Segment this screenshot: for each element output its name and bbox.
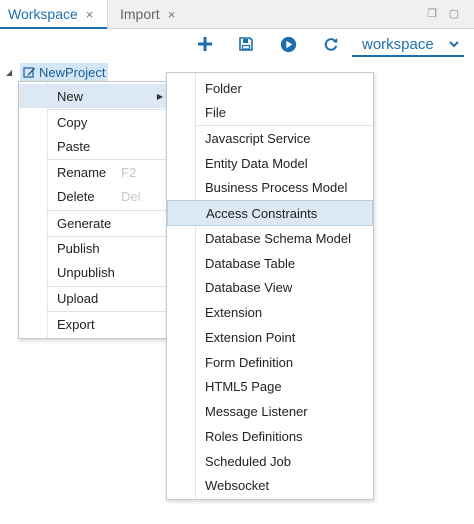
maximize-icon[interactable]: ▢	[446, 6, 462, 22]
submenu-item-entity-data-model[interactable]: Entity Data Model	[167, 151, 373, 175]
submenu-item-label: Form Definition	[205, 354, 294, 370]
new-submenu: Folder File Javascript Service Entity Da…	[166, 72, 374, 500]
menu-item-label: Export	[57, 316, 95, 332]
submenu-item-label: Access Constraints	[206, 205, 318, 221]
menu-item-upload[interactable]: Upload	[19, 286, 169, 310]
context-menu: New ▶ Copy Paste Rename F2 Delete Del Ge…	[18, 81, 170, 339]
tab-bar: Workspace × Import × ❐ ▢	[0, 0, 474, 29]
menu-item-new[interactable]: New ▶	[19, 84, 169, 108]
menu-item-label: Unpublish	[57, 264, 115, 280]
submenu-item-scheduled-job[interactable]: Scheduled Job	[167, 449, 373, 473]
menu-item-export[interactable]: Export	[19, 312, 169, 336]
run-button[interactable]	[277, 33, 299, 55]
menu-item-publish[interactable]: Publish	[19, 236, 169, 260]
menu-item-label: Paste	[57, 138, 91, 154]
restore-icon[interactable]: ❐	[424, 6, 440, 22]
submenu-item-label: HTML5 Page	[205, 378, 282, 394]
submenu-item-label: Database Schema Model	[205, 230, 351, 246]
submenu-item-label: Folder	[205, 80, 242, 96]
submenu-item-database-table[interactable]: Database Table	[167, 251, 373, 275]
submenu-item-javascript-service[interactable]: Javascript Service	[167, 126, 373, 150]
submenu-item-database-view[interactable]: Database View	[167, 275, 373, 299]
submenu-arrow-icon: ▶	[156, 91, 163, 101]
menu-item-shortcut: F2	[121, 164, 137, 180]
caret-expanded-icon[interactable]: ◢	[6, 68, 14, 77]
close-icon[interactable]: ×	[168, 7, 176, 22]
edit-icon	[23, 66, 35, 78]
tab-import-label: Import	[120, 6, 160, 22]
menu-item-unpublish[interactable]: Unpublish	[19, 260, 169, 284]
submenu-item-label: Extension	[205, 304, 263, 320]
menu-item-paste[interactable]: Paste	[19, 134, 169, 158]
submenu-item-label: Javascript Service	[205, 130, 311, 146]
submenu-item-roles-definitions[interactable]: Roles Definitions	[167, 424, 373, 448]
menu-item-copy[interactable]: Copy	[19, 110, 169, 134]
menu-item-label: Publish	[57, 240, 100, 256]
submenu-item-form-definition[interactable]: Form Definition	[167, 350, 373, 374]
submenu-item-folder[interactable]: Folder	[167, 76, 373, 100]
menu-item-shortcut: Del	[121, 188, 141, 204]
submenu-item-label: Database Table	[205, 255, 296, 271]
menu-item-label: New	[57, 88, 84, 104]
workspace-select-value: workspace	[362, 35, 434, 53]
tab-import[interactable]: Import ×	[112, 0, 192, 28]
submenu-item-extension[interactable]: Extension	[167, 300, 373, 324]
tree-node-newproject[interactable]: NewProject	[20, 63, 109, 81]
menu-item-rename[interactable]: Rename F2	[19, 160, 169, 184]
submenu-item-label: Entity Data Model	[205, 155, 308, 171]
submenu-item-file[interactable]: File	[167, 100, 373, 124]
submenu-item-html5-page[interactable]: HTML5 Page	[167, 374, 373, 398]
submenu-item-label: Roles Definitions	[205, 428, 303, 444]
submenu-item-label: Business Process Model	[205, 179, 348, 195]
save-icon	[239, 37, 253, 51]
plus-icon	[198, 37, 212, 51]
menu-item-delete[interactable]: Delete Del	[19, 184, 169, 208]
menu-item-label: Generate	[57, 215, 112, 231]
submenu-item-database-schema-model[interactable]: Database Schema Model	[167, 226, 373, 250]
chevron-down-icon	[449, 41, 459, 48]
project-tree: ◢ NewProject	[6, 63, 109, 81]
submenu-item-websocket[interactable]: Websocket	[167, 473, 373, 497]
close-icon[interactable]: ×	[86, 7, 94, 22]
submenu-item-label: Message Listener	[205, 403, 308, 419]
submenu-item-label: Scheduled Job	[205, 453, 292, 469]
submenu-item-label: File	[205, 104, 226, 120]
menu-item-label: Upload	[57, 290, 99, 306]
submenu-item-message-listener[interactable]: Message Listener	[167, 399, 373, 423]
tab-workspace-label: Workspace	[8, 6, 78, 22]
tab-workspace[interactable]: Workspace ×	[0, 0, 108, 29]
menu-item-label: Copy	[57, 114, 88, 130]
tree-node-label: NewProject	[39, 64, 106, 80]
submenu-item-label: Websocket	[205, 477, 270, 493]
submenu-item-label: Extension Point	[205, 329, 296, 345]
run-icon	[280, 36, 296, 52]
refresh-button[interactable]	[320, 33, 342, 55]
menu-item-label: Delete	[57, 188, 95, 204]
submenu-item-business-process-model[interactable]: Business Process Model	[167, 175, 373, 199]
submenu-item-access-constraints[interactable]: Access Constraints	[167, 200, 373, 226]
submenu-item-extension-point[interactable]: Extension Point	[167, 325, 373, 349]
new-button[interactable]	[194, 33, 216, 55]
menu-item-generate[interactable]: Generate	[19, 211, 169, 235]
save-button[interactable]	[235, 33, 257, 55]
submenu-item-label: Database View	[205, 279, 293, 295]
workspace-select[interactable]: workspace	[352, 33, 464, 57]
menu-item-label: Rename	[57, 164, 107, 180]
refresh-icon	[324, 38, 338, 51]
